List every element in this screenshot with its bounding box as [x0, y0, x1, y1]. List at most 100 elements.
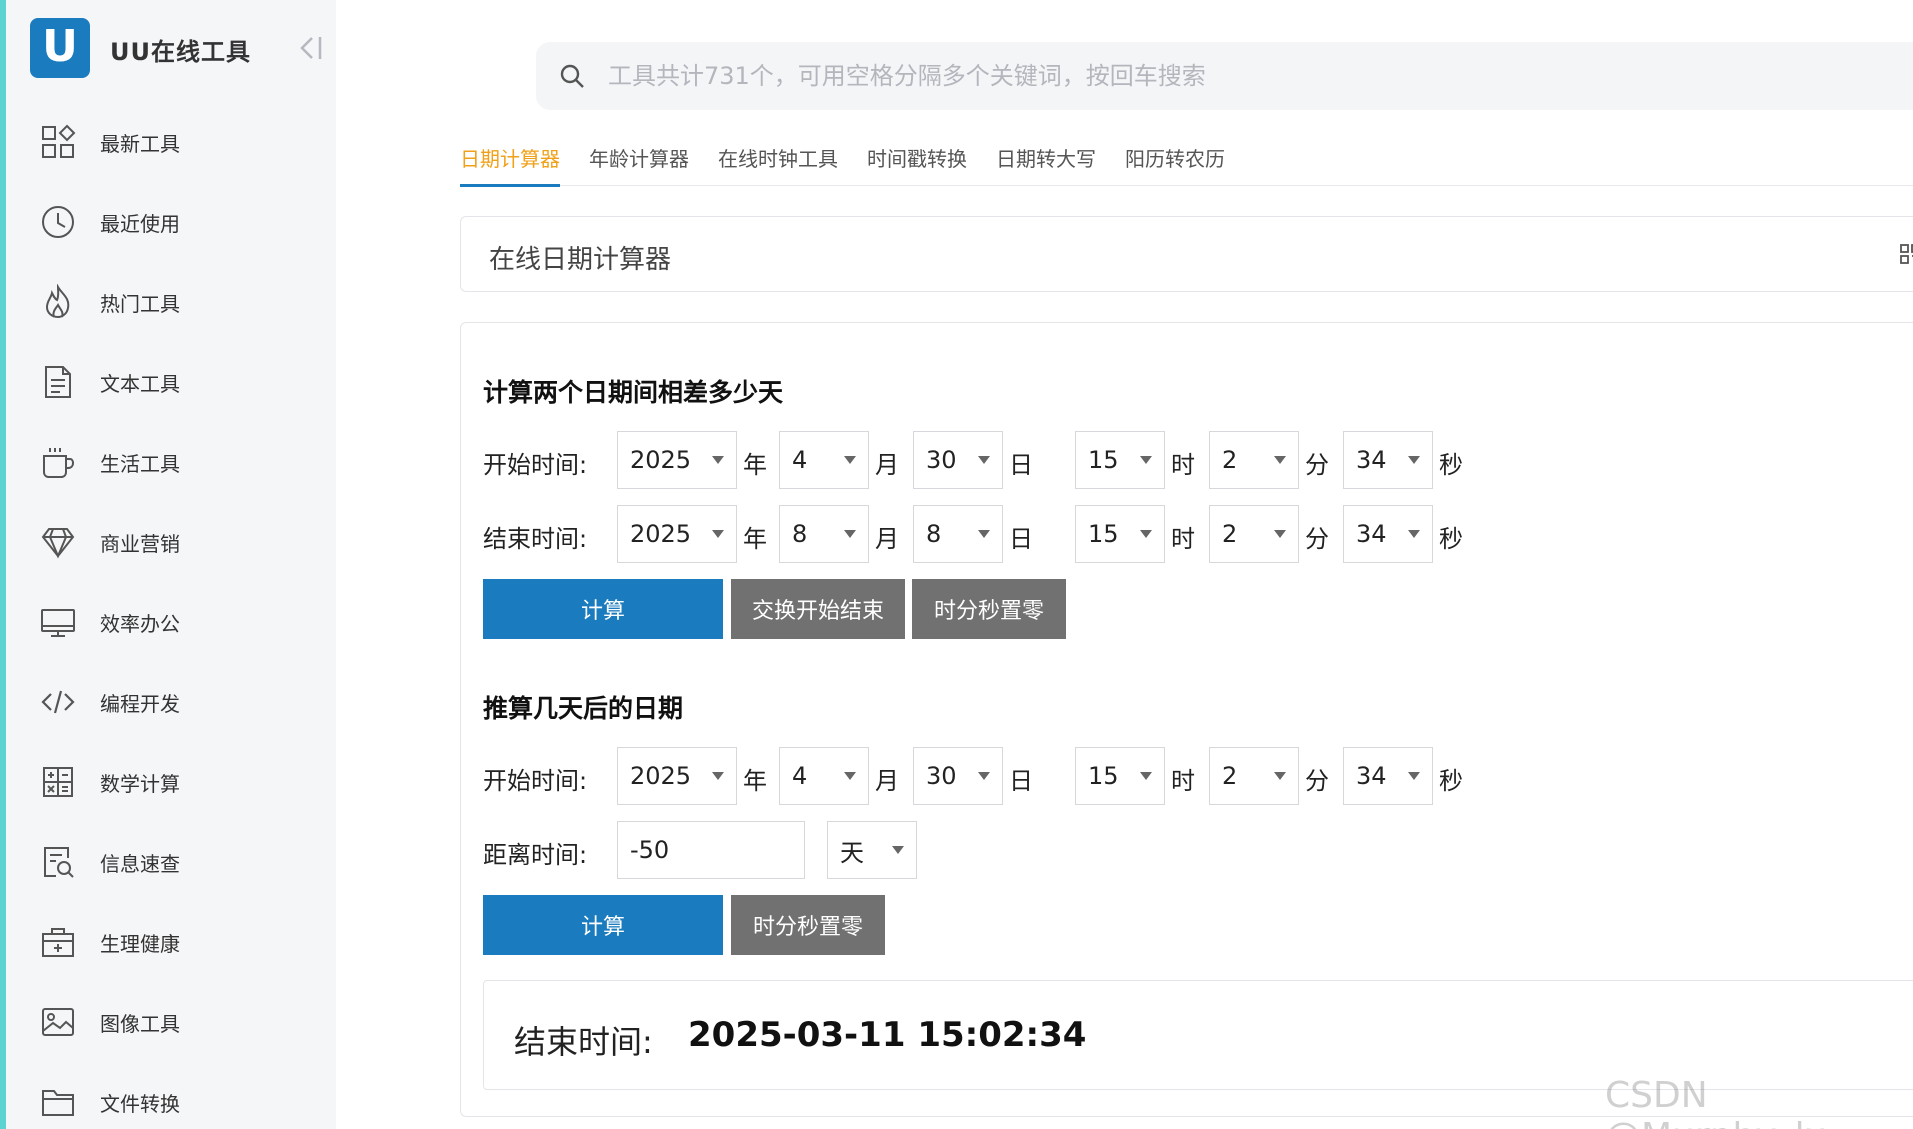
sidebar-item-life[interactable]: 生活工具 [6, 422, 336, 502]
sidebar-item-label: 最新工具 [100, 131, 180, 156]
search-bar [536, 42, 1913, 110]
select-value: 8 [926, 520, 942, 548]
diff-start-minute-select[interactable]: 2 [1209, 431, 1299, 489]
chevron-down-icon [892, 846, 904, 854]
unit-day: 日 [1009, 767, 1033, 795]
code-icon [38, 682, 78, 722]
qr-code-icon[interactable] [1899, 243, 1913, 265]
diff-zero-time-button[interactable]: 时分秒置零 [912, 579, 1066, 639]
select-value: 15 [1088, 520, 1119, 548]
unit-second: 秒 [1439, 525, 1463, 553]
offset-start-day-select[interactable]: 30 [913, 747, 1003, 805]
sidebar-item-text[interactable]: 文本工具 [6, 342, 336, 422]
offset-start-year-select[interactable]: 2025 [617, 747, 737, 805]
select-value: 34 [1356, 762, 1387, 790]
sidebar-item-business[interactable]: 商业营销 [6, 502, 336, 582]
offset-unit-select[interactable]: 天 [827, 821, 917, 879]
unit-minute: 分 [1305, 767, 1329, 795]
sidebar-item-latest-tools[interactable]: 最新工具 [6, 102, 336, 182]
select-value: 2 [1222, 520, 1238, 548]
sidebar-item-file-convert[interactable]: 文件转换 [6, 1062, 336, 1129]
sidebar-item-label: 编程开发 [100, 691, 180, 716]
tab-timestamp[interactable]: 时间戳转换 [867, 142, 967, 186]
select-value: 34 [1356, 446, 1387, 474]
sidebar-item-hot[interactable]: 热门工具 [6, 262, 336, 342]
select-value: 15 [1088, 446, 1119, 474]
select-value: 8 [792, 520, 808, 548]
diff-start-second-select[interactable]: 34 [1343, 431, 1433, 489]
diff-start-day-select[interactable]: 30 [913, 431, 1003, 489]
collapse-sidebar-icon[interactable] [298, 32, 326, 64]
chevron-down-icon [712, 456, 724, 464]
chevron-down-icon [1408, 456, 1420, 464]
chevron-down-icon [712, 530, 724, 538]
result-value: 2025-03-11 15:02:34 [688, 1015, 1087, 1055]
chevron-down-icon [1408, 530, 1420, 538]
chevron-down-icon [978, 530, 990, 538]
chevron-down-icon [844, 530, 856, 538]
sidebar-item-recent[interactable]: 最近使用 [6, 182, 336, 262]
sidebar-item-label: 效率办公 [100, 611, 180, 636]
diff-end-minute-select[interactable]: 2 [1209, 505, 1299, 563]
diff-calc-button[interactable]: 计算 [483, 579, 723, 639]
offset-start-month-select[interactable]: 4 [779, 747, 869, 805]
select-value: 30 [926, 762, 957, 790]
sidebar-item-health[interactable]: 生理健康 [6, 902, 336, 982]
apps-grid-icon [38, 122, 78, 162]
offset-start-second-select[interactable]: 34 [1343, 747, 1433, 805]
chevron-down-icon [1140, 530, 1152, 538]
sidebar-item-label: 商业营销 [100, 531, 180, 556]
diff-start-year-select[interactable]: 2025 [617, 431, 737, 489]
sidebar-item-label: 生理健康 [100, 931, 180, 956]
folder-icon [38, 1082, 78, 1122]
select-value: 2025 [630, 520, 692, 548]
sidebar-item-math[interactable]: 数学计算 [6, 742, 336, 822]
offset-days-input[interactable] [617, 821, 805, 879]
sidebar-item-label: 数学计算 [100, 771, 180, 796]
image-icon [38, 1002, 78, 1042]
sidebar-item-office[interactable]: 效率办公 [6, 582, 336, 662]
chevron-down-icon [844, 456, 856, 464]
diff-end-label: 结束时间: [483, 525, 588, 553]
search-icon[interactable] [556, 60, 588, 92]
clock-icon [38, 202, 78, 242]
diff-end-hour-select[interactable]: 15 [1075, 505, 1165, 563]
unit-year: 年 [743, 767, 767, 795]
diff-start-hour-select[interactable]: 15 [1075, 431, 1165, 489]
swap-start-end-button[interactable]: 交换开始结束 [731, 579, 905, 639]
chevron-down-icon [1408, 772, 1420, 780]
select-value: 4 [792, 762, 808, 790]
unit-month: 月 [875, 767, 899, 795]
app-logo[interactable]: U [30, 18, 90, 78]
tab-solar-to-lunar[interactable]: 阳历转农历 [1125, 142, 1225, 186]
diff-start-label: 开始时间: [483, 451, 588, 479]
diff-end-month-select[interactable]: 8 [779, 505, 869, 563]
offset-start-hour-select[interactable]: 15 [1075, 747, 1165, 805]
chevron-down-icon [1140, 456, 1152, 464]
unit-hour: 时 [1171, 767, 1195, 795]
sidebar-item-info[interactable]: 信息速查 [6, 822, 336, 902]
search-input[interactable] [608, 62, 1808, 90]
document-icon [38, 362, 78, 402]
sidebar-item-dev[interactable]: 编程开发 [6, 662, 336, 742]
sidebar-item-label: 文件转换 [100, 1091, 180, 1116]
diff-end-year-select[interactable]: 2025 [617, 505, 737, 563]
sidebar-item-image[interactable]: 图像工具 [6, 982, 336, 1062]
app-title[interactable]: UU在线工具 [110, 32, 251, 67]
offset-section-title: 推算几天后的日期 [483, 694, 684, 723]
unit-second: 秒 [1439, 451, 1463, 479]
tab-online-clock[interactable]: 在线时钟工具 [718, 142, 838, 186]
select-value: 2025 [630, 446, 692, 474]
offset-start-minute-select[interactable]: 2 [1209, 747, 1299, 805]
offset-calc-button[interactable]: 计算 [483, 895, 723, 955]
diff-start-month-select[interactable]: 4 [779, 431, 869, 489]
offset-zero-time-button[interactable]: 时分秒置零 [731, 895, 885, 955]
diff-end-day-select[interactable]: 8 [913, 505, 1003, 563]
tab-age-calculator[interactable]: 年龄计算器 [589, 142, 689, 186]
tab-date-calculator[interactable]: 日期计算器 [460, 142, 560, 187]
diff-end-second-select[interactable]: 34 [1343, 505, 1433, 563]
unit-year: 年 [743, 451, 767, 479]
chevron-down-icon [712, 772, 724, 780]
watermark: CSDN @Murphy_lx [1605, 1075, 1826, 1129]
tab-date-uppercase[interactable]: 日期转大写 [996, 142, 1096, 186]
